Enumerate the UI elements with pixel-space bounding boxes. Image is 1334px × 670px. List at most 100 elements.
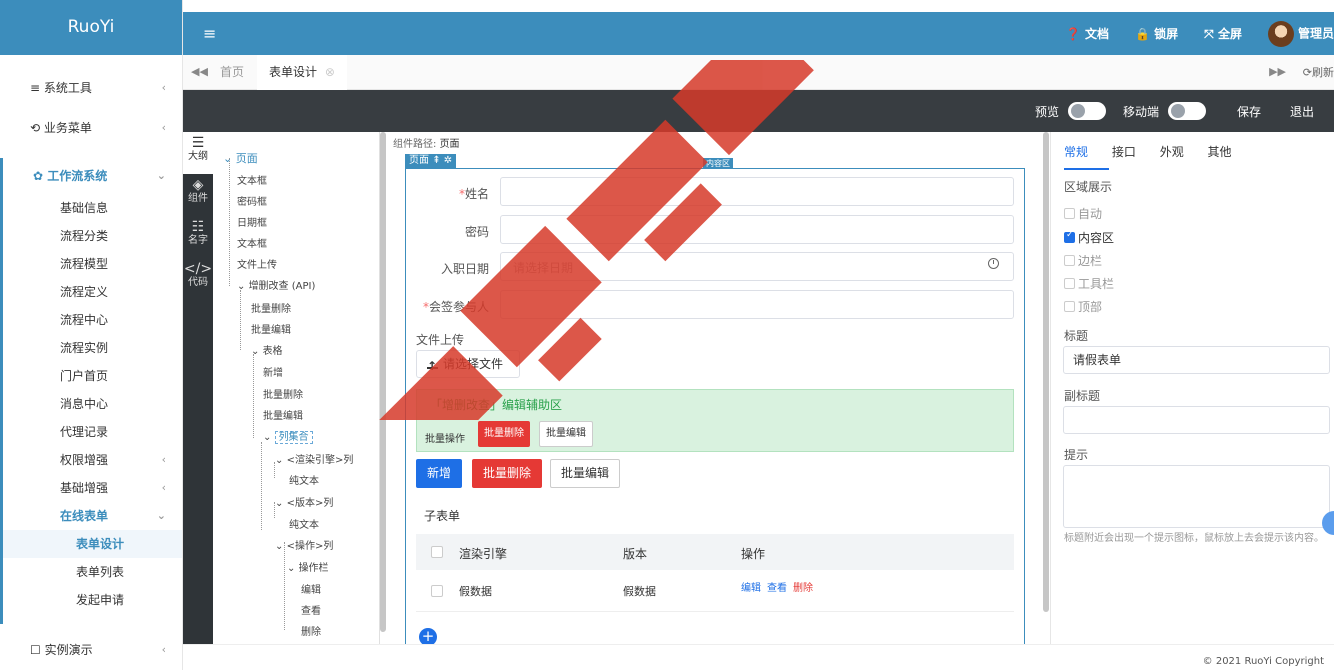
components-tab[interactable]: ◈ 组件 (183, 174, 213, 216)
tree-node[interactable]: 纯文本 (289, 516, 319, 531)
tree-node[interactable]: 批量编辑 (263, 407, 303, 422)
component-path-value[interactable]: 页面 (440, 139, 460, 150)
add-circle-icon[interactable]: + (419, 628, 437, 644)
tree-scrollbar[interactable] (380, 132, 386, 632)
checkbox[interactable] (1064, 301, 1075, 312)
tree-node[interactable]: 批量删除 (263, 386, 303, 401)
move-up-icon[interactable]: ⇞ (432, 155, 440, 166)
tab-general[interactable]: 常规 (1064, 143, 1110, 170)
sidebar-subitem-basic[interactable]: 基础增强 ‹ (3, 474, 182, 502)
region-option[interactable]: 顶部 (1064, 298, 1102, 315)
checkbox[interactable] (1064, 230, 1075, 243)
subtitle-input[interactable] (1063, 406, 1330, 434)
tree-node-version-column[interactable]: ⌄ <版本>列 (275, 494, 333, 509)
region-option[interactable]: 内容区 (1064, 229, 1114, 246)
tree-node[interactable]: 文本框 (237, 172, 267, 187)
column-header[interactable]: 版本 (623, 545, 647, 562)
tree-node[interactable]: 查看 (301, 602, 321, 617)
edit-link[interactable]: 编辑 (741, 583, 761, 594)
bulk-edit-button[interactable]: 批量编辑 (550, 459, 620, 488)
tree-node-table[interactable]: ⌄ 表格 (251, 342, 283, 357)
checkbox[interactable] (1064, 255, 1075, 266)
page-badge[interactable]: 页面 ⇞ ✲ (405, 154, 457, 168)
tree-node-columns[interactable]: ⌄ 列集合 (263, 428, 313, 444)
region-option[interactable]: 边栏 (1064, 252, 1102, 269)
column-header[interactable]: 操作 (741, 545, 765, 562)
bulk-delete-button[interactable]: 批量删除 (472, 459, 542, 488)
region-option[interactable]: 工具栏 (1064, 275, 1114, 292)
sidebar-item-demo[interactable]: ☐ 实例演示 ‹ (0, 632, 182, 668)
helper-bulk-edit-button[interactable]: 批量编辑 (539, 421, 593, 447)
name-input[interactable] (500, 177, 1014, 206)
sidebar-item-workflow[interactable]: ✿ 工作流系统 ⌄ (3, 158, 182, 194)
entry-date-picker[interactable]: 请选择日期 (500, 252, 1014, 281)
tab-api[interactable]: 接口 (1112, 143, 1136, 160)
gear-icon[interactable]: ✲ (444, 155, 452, 166)
row-checkbox[interactable] (431, 585, 443, 597)
delete-link[interactable]: 删除 (793, 583, 813, 594)
password-input[interactable] (500, 215, 1014, 244)
tree-node-page[interactable]: ⌄ 页面 (223, 150, 258, 166)
close-icon[interactable]: ⊗ (321, 65, 335, 79)
tree-node-action-bar[interactable]: ⌄ 操作栏 (287, 559, 329, 574)
upload-button[interactable]: 请选择文件 (416, 350, 520, 379)
tab-other[interactable]: 其他 (1208, 143, 1232, 160)
preview-toggle[interactable] (1067, 102, 1106, 120)
tree-node[interactable]: 批量编辑 (251, 321, 291, 336)
lock-screen-link[interactable]: 🔒 锁屏 (1135, 25, 1178, 42)
sidebar-item-system-tools[interactable]: ≡ 系统工具 ‹ (0, 70, 182, 106)
sidebar-subitem[interactable]: 代理记录 (3, 418, 182, 446)
tree-node[interactable]: 新增 (263, 364, 283, 379)
sidebar-subitem[interactable]: 基础信息 (3, 194, 182, 222)
tabs-scroll-left-icon[interactable]: ◀◀ (191, 65, 208, 78)
tree-node[interactable]: 文件上传 (237, 256, 277, 271)
checkbox[interactable] (1064, 208, 1075, 219)
tab-appearance[interactable]: 外观 (1160, 143, 1184, 160)
tree-node[interactable]: 密码框 (237, 193, 267, 208)
menu-toggle-icon[interactable]: ≡ (203, 24, 216, 43)
tab-home[interactable]: 首页 (220, 55, 244, 90)
docs-link[interactable]: ❓ 文档 (1066, 25, 1109, 42)
outline-tab[interactable]: ☰ 大纲 (183, 132, 213, 174)
app-logo[interactable]: RuoYi (0, 0, 182, 55)
hint-textarea[interactable] (1063, 465, 1330, 528)
exit-button[interactable]: 退出 (1280, 103, 1324, 120)
mobile-toggle[interactable] (1167, 102, 1206, 120)
code-tab[interactable]: </> 代码 (183, 258, 213, 300)
sidebar-subitem[interactable]: 流程定义 (3, 278, 182, 306)
sidebar-subitem[interactable]: 流程分类 (3, 222, 182, 250)
checkbox[interactable] (1064, 278, 1075, 289)
sidebar-subitem[interactable]: 流程模型 (3, 250, 182, 278)
sidebar-subitem[interactable]: 门户首页 (3, 362, 182, 390)
sidebar-subsub-form-list[interactable]: 表单列表 (3, 558, 182, 586)
sidebar-subitem[interactable]: 流程实例 (3, 334, 182, 362)
sidebar-subitem-online-form[interactable]: 在线表单 ⌄ (3, 502, 182, 530)
participants-input[interactable] (500, 290, 1014, 319)
sidebar-item-business-menu[interactable]: ⟲ 业务菜单 ‹ (0, 110, 182, 146)
tree-node[interactable]: 删除 (301, 623, 321, 638)
tree-node[interactable]: 文本框 (237, 235, 267, 250)
fullscreen-link[interactable]: ⤧ 全屏 (1204, 25, 1242, 42)
helper-bulk-delete-button[interactable]: 批量删除 (478, 421, 530, 447)
tree-node[interactable]: 纯文本 (289, 472, 319, 487)
user-menu[interactable]: 管理员 (1267, 20, 1334, 47)
tabs-scroll-right-icon[interactable]: ▶▶ (1269, 65, 1286, 78)
tree-node-engine-column[interactable]: ⌄ <渲染引擎>列 (275, 451, 353, 466)
tree-node-action-column[interactable]: ⌄ <操作>列 (275, 537, 333, 552)
title-input[interactable]: 请假表单 (1063, 346, 1330, 374)
select-all-checkbox[interactable] (431, 546, 443, 558)
save-button[interactable]: 保存 (1227, 103, 1271, 120)
tree-node[interactable]: 编辑 (301, 581, 321, 596)
canvas-scrollbar[interactable] (1043, 132, 1049, 612)
sidebar-subitem-permission[interactable]: 权限增强 ‹ (3, 446, 182, 474)
view-link[interactable]: 查看 (767, 583, 787, 594)
refresh-button[interactable]: ⟳刷新 (1303, 55, 1334, 90)
tree-node-crud[interactable]: ⌄ 增删改查 (API) (237, 277, 315, 292)
sidebar-subitem[interactable]: 流程中心 (3, 306, 182, 334)
column-header[interactable]: 渲染引擎 (459, 545, 507, 562)
tree-node[interactable]: 批量删除 (251, 300, 291, 315)
tree-node[interactable]: 日期框 (237, 214, 267, 229)
sidebar-subsub-start-request[interactable]: 发起申请 (3, 586, 182, 614)
sidebar-subitem[interactable]: 消息中心 (3, 390, 182, 418)
names-tab[interactable]: ☷ 名字 (183, 216, 213, 258)
